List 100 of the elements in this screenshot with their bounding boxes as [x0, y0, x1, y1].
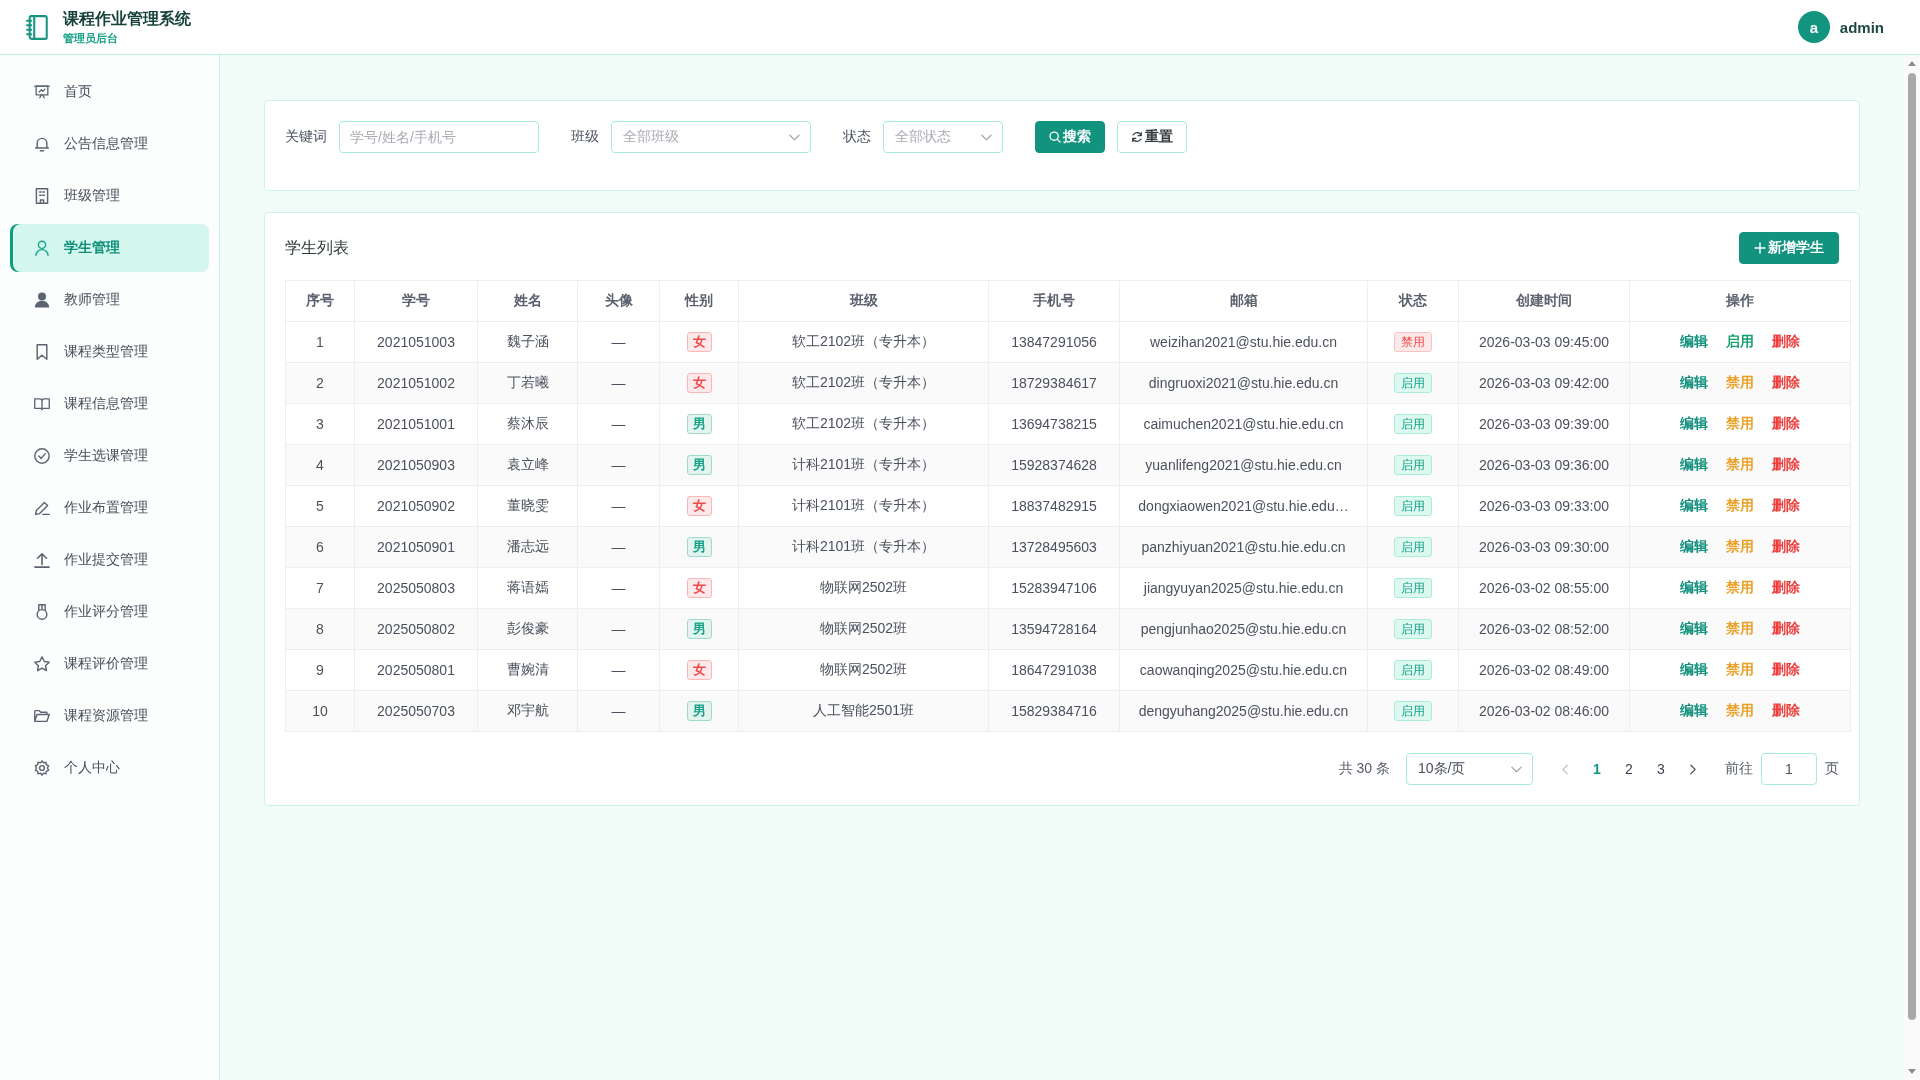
- building-icon: [34, 188, 50, 204]
- sidebar-item[interactable]: 作业评分管理: [10, 588, 209, 636]
- add-student-button[interactable]: 新增学生: [1739, 232, 1839, 264]
- search-button[interactable]: 搜索: [1035, 121, 1105, 153]
- gender-tag: 女: [686, 373, 712, 393]
- enable-link[interactable]: 启用: [1726, 333, 1754, 351]
- table-cell: 2025050703: [354, 690, 478, 732]
- edit-link[interactable]: 编辑: [1680, 702, 1708, 720]
- delete-link[interactable]: 删除: [1772, 620, 1800, 638]
- sidebar-item[interactable]: 教师管理: [10, 276, 209, 324]
- page-size-dropdown[interactable]: 10条/页: [1406, 753, 1533, 785]
- table-cell: —: [577, 690, 660, 732]
- sidebar-item[interactable]: 学生选课管理: [10, 432, 209, 480]
- delete-link[interactable]: 删除: [1772, 579, 1800, 597]
- scroll-up-arrow-icon[interactable]: [1908, 61, 1916, 66]
- delete-link[interactable]: 删除: [1772, 333, 1800, 351]
- user-name[interactable]: admin: [1839, 18, 1884, 36]
- disable-link[interactable]: 禁用: [1726, 620, 1754, 638]
- table-cell: dongxiaowen2021@stu.hie.edu…: [1119, 485, 1368, 527]
- table-cell: 13728495603: [988, 526, 1120, 568]
- table-cell: 计科2101班（专升本）: [738, 485, 989, 527]
- edit-link[interactable]: 编辑: [1680, 661, 1708, 679]
- table-cell: 人工智能2501班: [738, 690, 989, 732]
- pen-icon: [34, 500, 50, 516]
- sidebar-item[interactable]: 作业布置管理: [10, 484, 209, 532]
- page-number-field[interactable]: 1: [1761, 753, 1817, 785]
- delete-link[interactable]: 删除: [1772, 374, 1800, 392]
- sidebar-item[interactable]: 个人中心: [10, 744, 209, 792]
- disable-link[interactable]: 禁用: [1726, 456, 1754, 474]
- settings-icon: [34, 760, 50, 776]
- table-cell: 2026-03-03 09:45:00: [1458, 321, 1630, 363]
- sidebar-item[interactable]: 学生管理: [10, 224, 209, 272]
- sidebar-item[interactable]: 课程类型管理: [10, 328, 209, 376]
- user-avatar[interactable]: a: [1797, 11, 1830, 43]
- disable-link[interactable]: 禁用: [1726, 702, 1754, 720]
- sidebar-item[interactable]: 课程资源管理: [10, 692, 209, 740]
- edit-link[interactable]: 编辑: [1680, 497, 1708, 515]
- delete-link[interactable]: 删除: [1772, 702, 1800, 720]
- scroll-down-arrow-icon[interactable]: [1908, 1069, 1916, 1074]
- table-cell: 2026-03-02 08:49:00: [1458, 649, 1630, 691]
- delete-link[interactable]: 删除: [1772, 661, 1800, 679]
- table-cell: dingruoxi2021@stu.hie.edu.cn: [1119, 362, 1368, 404]
- table-cell: 2026-03-03 09:30:00: [1458, 526, 1630, 568]
- jump-label: 前往: [1725, 760, 1753, 778]
- reset-button[interactable]: 重置: [1117, 121, 1187, 153]
- column-header: 创建时间: [1458, 280, 1630, 322]
- edit-link[interactable]: 编辑: [1680, 333, 1708, 351]
- table-cell: 7: [285, 567, 355, 609]
- edit-link[interactable]: 编辑: [1680, 415, 1708, 433]
- disable-link[interactable]: 禁用: [1726, 579, 1754, 597]
- table-cell: 2025050802: [354, 608, 478, 650]
- edit-link[interactable]: 编辑: [1680, 538, 1708, 556]
- refresh-icon: [1131, 131, 1143, 143]
- table-cell: 13847291056: [988, 321, 1120, 363]
- table-cell: 软工2102班（专升本）: [738, 362, 989, 404]
- sidebar-item[interactable]: 班级管理: [10, 172, 209, 220]
- page-button[interactable]: 2: [1613, 753, 1645, 785]
- field-label: 关键词: [285, 128, 327, 146]
- dropdown-field[interactable]: 全部状态: [883, 121, 1003, 153]
- gender-tag: 女: [686, 660, 712, 680]
- table-cell: 15928374628: [988, 444, 1120, 486]
- edit-link[interactable]: 编辑: [1680, 620, 1708, 638]
- delete-link[interactable]: 删除: [1772, 456, 1800, 474]
- bookmark-icon: [34, 344, 50, 360]
- delete-link[interactable]: 删除: [1772, 415, 1800, 433]
- book-icon: [34, 396, 50, 412]
- table-cell: 15829384716: [988, 690, 1120, 732]
- app-subtitle: 管理员后台: [63, 31, 119, 45]
- status-tag: 启用: [1394, 496, 1432, 516]
- app-title: 课程作业管理系统: [63, 9, 191, 29]
- disable-link[interactable]: 禁用: [1726, 661, 1754, 679]
- status-tag: 启用: [1394, 619, 1432, 639]
- edit-link[interactable]: 编辑: [1680, 456, 1708, 474]
- disable-link[interactable]: 禁用: [1726, 538, 1754, 556]
- field-label: 状态: [843, 128, 871, 146]
- sidebar-item[interactable]: 作业提交管理: [10, 536, 209, 584]
- delete-link[interactable]: 删除: [1772, 497, 1800, 515]
- disable-link[interactable]: 禁用: [1726, 415, 1754, 433]
- disable-link[interactable]: 禁用: [1726, 374, 1754, 392]
- sidebar-item[interactable]: 公告信息管理: [10, 120, 209, 168]
- edit-link[interactable]: 编辑: [1680, 579, 1708, 597]
- page-button[interactable]: 3: [1645, 753, 1677, 785]
- column-header: 姓名: [477, 280, 578, 322]
- delete-link[interactable]: 删除: [1772, 538, 1800, 556]
- scrollbar-thumb[interactable]: [1908, 73, 1916, 1020]
- table-cell: 2026-03-02 08:55:00: [1458, 567, 1630, 609]
- user-icon: [34, 240, 50, 256]
- table-cell: jiangyuyan2025@stu.hie.edu.cn: [1119, 567, 1368, 609]
- search-icon: [1049, 131, 1061, 143]
- page-button[interactable]: 1: [1581, 753, 1613, 785]
- dropdown-field[interactable]: 全部班级: [611, 121, 811, 153]
- disable-link[interactable]: 禁用: [1726, 497, 1754, 515]
- sidebar-item[interactable]: 首页: [10, 68, 209, 116]
- table-cell: 2: [285, 362, 355, 404]
- sidebar-item[interactable]: 课程评价管理: [10, 640, 209, 688]
- text-field[interactable]: 学号/姓名/手机号: [339, 121, 539, 153]
- gender-tag: 女: [686, 578, 712, 598]
- edit-link[interactable]: 编辑: [1680, 374, 1708, 392]
- sidebar-item[interactable]: 课程信息管理: [10, 380, 209, 428]
- table-cell: 2026-03-03 09:33:00: [1458, 485, 1630, 527]
